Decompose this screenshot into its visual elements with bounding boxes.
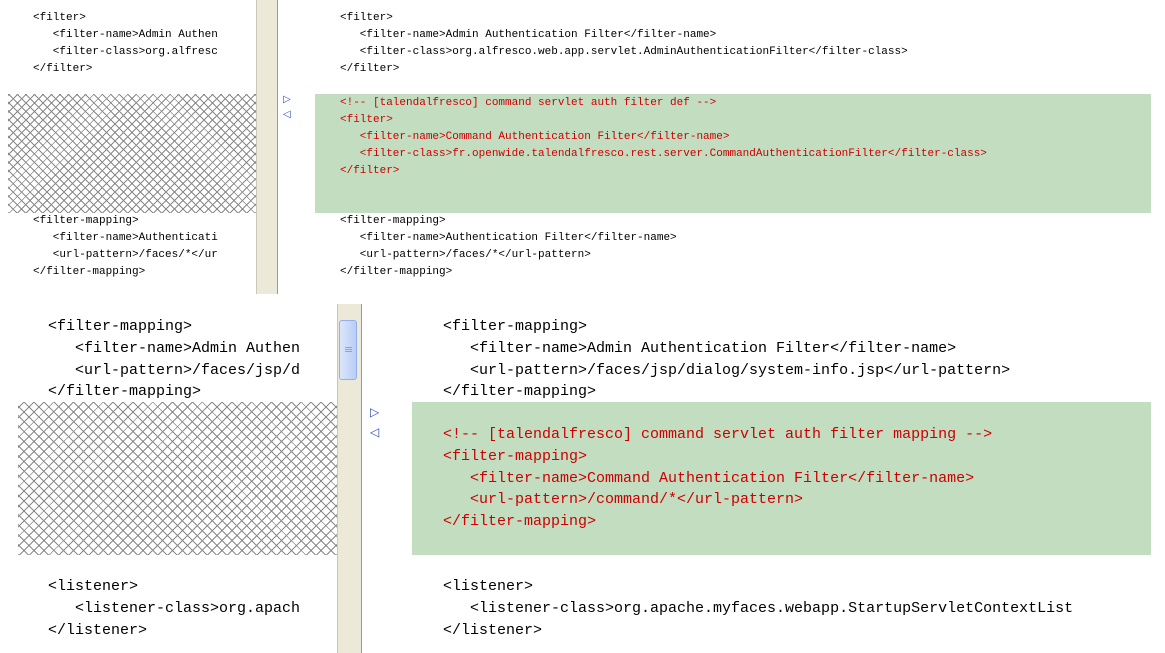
triangle-left-icon[interactable]: ◁ <box>370 425 379 439</box>
code-line: </filter> <box>340 63 400 75</box>
code-line: <filter-mapping> <box>340 215 446 227</box>
code-line: <filter-class>org.alfresco.web.app.servl… <box>340 46 908 58</box>
scrollbar-thumb[interactable] <box>339 320 357 380</box>
code-line: <filter-mapping> <box>33 215 139 227</box>
code-line: </filter-mapping> <box>33 266 146 278</box>
top-scrollbar[interactable] <box>256 0 278 294</box>
code-line: <filter> <box>33 12 86 24</box>
code-line: <listener> <box>48 578 139 595</box>
added-code-line: <!-- [talendalfresco] command servlet au… <box>340 97 717 109</box>
code-line: <filter-name>Admin Authen <box>48 340 301 357</box>
missing-block-hatch <box>18 402 337 555</box>
code-line: <filter-name>Admin Authentication Filter… <box>340 29 717 41</box>
added-code-line: <filter-name>Command Authentication Filt… <box>340 131 730 143</box>
code-line: <url-pattern>/faces/*</url-pattern> <box>340 249 591 261</box>
code-line: <filter-mapping> <box>443 318 588 335</box>
grip-line <box>345 351 352 352</box>
top-left-pane[interactable]: <filter> <filter-name>Admin Authen <filt… <box>0 0 256 294</box>
triangle-right-icon[interactable]: ▷ <box>370 405 379 419</box>
code-line: <url-pattern>/faces/jsp/d <box>48 362 301 379</box>
code-line: <filter-name>Admin Authentication Filter… <box>443 340 957 357</box>
code-line: <listener-class>org.apache.myfaces.webap… <box>443 600 1074 617</box>
code-line: <filter-name>Admin Authen <box>33 29 218 41</box>
code-line: </listener> <box>48 622 148 639</box>
added-code-line: </filter> <box>340 165 400 177</box>
grip-line <box>345 349 352 350</box>
code-line: <filter-class>org.alfresc <box>33 46 218 58</box>
bottom-scrollbar[interactable] <box>337 304 362 653</box>
added-code-line: <filter-name>Command Authentication Filt… <box>443 470 975 487</box>
code-line: </filter-mapping> <box>340 266 453 278</box>
added-code-line: <!-- [talendalfresco] command servlet au… <box>443 426 993 443</box>
top-right-pane[interactable]: <filter> <filter-name>Admin Authenticati… <box>315 0 1151 294</box>
added-code-line: <filter-class>fr.openwide.talendalfresco… <box>340 148 987 160</box>
top-diff-ruler: ▷ ◁ <box>278 0 315 294</box>
added-code-line: <filter-mapping> <box>443 448 588 465</box>
code-line: <filter> <box>340 12 393 24</box>
code-line: <listener> <box>443 578 534 595</box>
bottom-left-pane[interactable]: <filter-mapping> <filter-name>Admin Auth… <box>0 304 337 653</box>
code-line: </filter-mapping> <box>443 383 597 400</box>
code-line: </filter-mapping> <box>48 383 202 400</box>
triangle-left-icon[interactable]: ◁ <box>283 109 291 120</box>
code-line: <filter-name>Authentication Filter</filt… <box>340 232 677 244</box>
code-line: <filter-mapping> <box>48 318 193 335</box>
added-code-line: <url-pattern>/command/*</url-pattern> <box>443 491 804 508</box>
added-code-line: </filter-mapping> <box>443 513 597 530</box>
triangle-right-icon[interactable]: ▷ <box>283 94 291 105</box>
added-code-line: <filter> <box>340 114 393 126</box>
code-line: <filter-name>Authenticati <box>33 232 218 244</box>
bottom-diff-ruler: ▷ ◁ <box>362 304 412 653</box>
code-line: <url-pattern>/faces/*</ur <box>33 249 218 261</box>
code-line: <listener-class>org.apach <box>48 600 301 617</box>
grip-line <box>345 347 352 348</box>
code-line: <url-pattern>/faces/jsp/dialog/system-in… <box>443 362 1011 379</box>
code-line: </listener> <box>443 622 543 639</box>
code-line: </filter> <box>33 63 93 75</box>
bottom-right-pane[interactable]: <filter-mapping> <filter-name>Admin Auth… <box>412 304 1151 653</box>
missing-block-hatch <box>8 94 256 213</box>
